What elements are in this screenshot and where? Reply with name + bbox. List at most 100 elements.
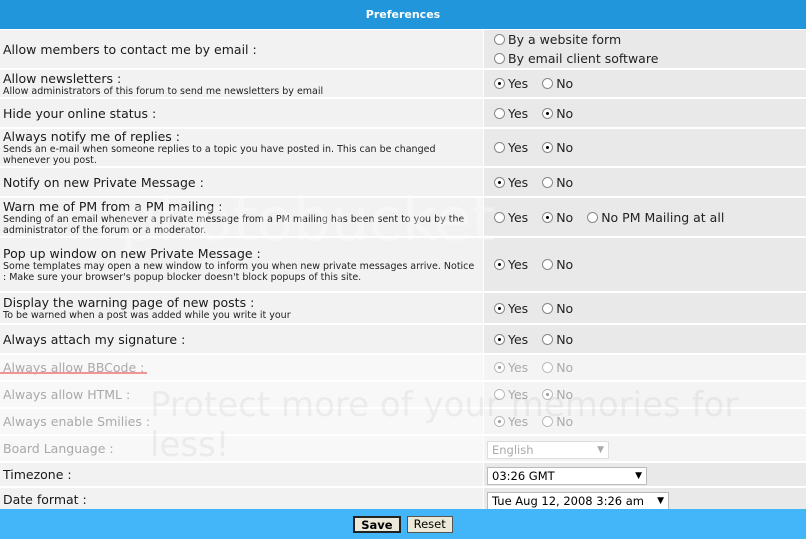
save-button[interactable]: Save: [353, 515, 401, 533]
radio-button[interactable]: [494, 211, 505, 223]
preference-label: Always allow HTML :: [3, 387, 131, 402]
radio-button[interactable]: [542, 211, 554, 223]
radio-label: Yes: [508, 209, 529, 225]
radio-option[interactable]: No: [542, 257, 573, 272]
preference-label: Hide your online status :: [3, 105, 157, 121]
preference-row: Always attach my signature : Yes No: [0, 324, 806, 355]
radio-button: [494, 416, 505, 427]
preference-row: Notify on new Private Message : Yes No: [0, 167, 806, 198]
radio-label: Yes: [508, 174, 529, 190]
radio-option[interactable]: Yes: [494, 76, 528, 91]
radio-label: No PM Mailing at all: [601, 209, 725, 225]
radio-label: Yes: [508, 414, 529, 429]
radio-option[interactable]: Yes: [494, 301, 528, 316]
preference-label: Allow members to contact me by email :: [3, 41, 257, 57]
row-timezone: Timezone : 03:26 GMT ▼: [0, 462, 806, 488]
radio-option: No: [542, 387, 573, 402]
radio-button[interactable]: [542, 78, 554, 89]
timezone-value: 03:26 GMT: [492, 468, 555, 483]
preference-row: Hide your online status : Yes No: [0, 98, 806, 129]
preferences-header: Preferences: [0, 0, 806, 30]
radio-label: No: [556, 209, 574, 225]
radio-button[interactable]: [494, 333, 505, 345]
timezone-label: Timezone :: [3, 467, 72, 482]
radio-label: By email client software: [508, 51, 659, 66]
preference-label: Display the warning page of new posts :: [3, 295, 255, 310]
highlight-underline: [0, 372, 147, 374]
timezone-select[interactable]: 03:26 GMT ▼: [487, 466, 647, 485]
chevron-down-icon: ▼: [635, 470, 642, 481]
preference-row: Always notify me of replies : Sends an e-…: [0, 128, 806, 168]
preference-row: Pop up window on new Private Message : So…: [0, 237, 806, 293]
preference-row: Allow newsletters : Allow administrators …: [0, 69, 806, 99]
radio-option[interactable]: No: [542, 175, 573, 190]
date-format-select[interactable]: Tue Aug 12, 2008 3:26 am ▼: [487, 491, 669, 510]
radio-option[interactable]: No: [542, 210, 573, 225]
radio-button[interactable]: [542, 302, 554, 314]
header-title: Preferences: [365, 8, 441, 21]
form-footer: Save Reset: [0, 509, 806, 539]
preference-label: Always enable Smilies :: [3, 414, 151, 429]
radio-button: [494, 362, 505, 373]
date-format-value: Tue Aug 12, 2008 3:26 am: [492, 493, 645, 508]
preference-row: Always allow BBCode : Yes No: [0, 354, 806, 382]
preference-label: Warn me of PM from a PM mailing :: [3, 198, 223, 214]
preference-label: Notify on new Private Message :: [3, 174, 204, 190]
radio-option: Yes: [494, 414, 528, 429]
preference-description: Some templates may open a new window to …: [3, 261, 475, 283]
radio-button[interactable]: [494, 302, 505, 314]
radio-button[interactable]: [542, 107, 554, 119]
radio-option[interactable]: Yes: [494, 106, 528, 121]
radio-label: No: [556, 414, 574, 429]
radio-option[interactable]: Yes: [494, 175, 528, 190]
radio-button[interactable]: [494, 53, 505, 64]
radio-button: [542, 389, 554, 400]
reset-button[interactable]: Reset: [406, 515, 453, 533]
date-format-label: Date format :: [3, 492, 87, 507]
preferences-table: Allow members to contact me by email : By…: [0, 30, 806, 513]
radio-label: No: [556, 331, 574, 347]
radio-option[interactable]: Yes: [494, 257, 528, 272]
radio-button[interactable]: [542, 333, 554, 345]
radio-option[interactable]: No: [542, 332, 573, 347]
preference-row: Always enable Smilies : Yes No: [0, 408, 806, 436]
radio-option[interactable]: No: [542, 76, 573, 91]
radio-option[interactable]: By a website form: [494, 32, 621, 47]
radio-option[interactable]: By email client software: [494, 51, 658, 66]
radio-option[interactable]: No PM Mailing at all: [587, 210, 724, 225]
radio-option[interactable]: Yes: [494, 332, 528, 347]
radio-option: Yes: [494, 387, 528, 402]
radio-button: [542, 362, 554, 373]
radio-button[interactable]: [494, 259, 505, 270]
preference-description: Sending of an email whenever a private m…: [3, 213, 465, 236]
radio-button[interactable]: [587, 211, 599, 223]
radio-label: Yes: [508, 300, 529, 316]
radio-button[interactable]: [494, 107, 505, 119]
radio-option[interactable]: No: [542, 140, 573, 155]
chevron-down-icon: ▼: [597, 444, 604, 455]
radio-label: No: [556, 300, 574, 316]
radio-option[interactable]: No: [542, 301, 573, 316]
radio-label: No: [556, 174, 574, 190]
preference-label: Allow newsletters :: [3, 70, 122, 86]
radio-button[interactable]: [494, 78, 505, 89]
radio-label: No: [556, 360, 574, 375]
radio-button[interactable]: [542, 259, 554, 270]
radio-option[interactable]: Yes: [494, 140, 528, 155]
radio-label: By a website form: [508, 32, 622, 47]
radio-button[interactable]: [494, 142, 505, 153]
radio-button[interactable]: [542, 142, 554, 153]
radio-label: Yes: [508, 387, 529, 402]
radio-option[interactable]: Yes: [494, 210, 528, 225]
radio-option[interactable]: No: [542, 106, 573, 121]
radio-button[interactable]: [494, 176, 505, 188]
radio-button[interactable]: [542, 176, 554, 188]
radio-button: [494, 389, 505, 400]
radio-label: Yes: [508, 140, 529, 155]
board-language-select: English ▼: [487, 440, 609, 459]
radio-label: No: [556, 387, 574, 402]
preference-description: Sends an e-mail when someone replies to …: [3, 144, 436, 166]
radio-button[interactable]: [494, 34, 505, 45]
radio-label: No: [556, 76, 574, 91]
radio-label: Yes: [508, 105, 529, 121]
